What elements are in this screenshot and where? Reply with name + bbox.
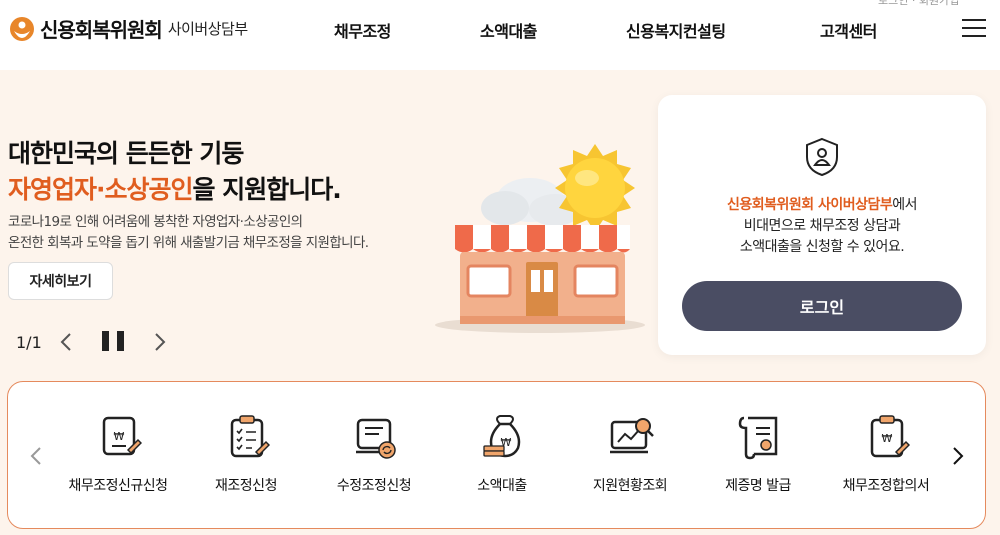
slide-counter: 1/1 xyxy=(16,332,42,352)
quick-item-label: 재조정신청 xyxy=(215,478,277,494)
document-refresh-icon xyxy=(356,418,396,459)
shield-user-icon xyxy=(806,137,838,177)
login-description: 신용회복위원회 사이버상담부에서 비대면으로 채무조정 상담과 소액대출을 신청… xyxy=(658,195,986,258)
quick-item-support-status[interactable]: 지원현황조회 xyxy=(560,414,700,504)
login-line1-suffix: 에서 xyxy=(892,197,918,213)
svg-text:₩: ₩ xyxy=(114,430,125,443)
quick-item-microloan[interactable]: ₩ 소액대출 xyxy=(432,414,572,504)
storefront-sun-illustration xyxy=(435,144,645,333)
login-button[interactable]: 로그인 xyxy=(682,281,962,331)
document-won-icon: ₩ xyxy=(102,416,142,456)
login-accent-text: 신용회복위원회 사이버상담부 xyxy=(726,197,893,213)
hero-desc-line1: 코로나19로 인해 어려움에 봉착한 자영업자·소상공인의 xyxy=(8,214,303,230)
hero-headline-suffix: 을 지원합니다. xyxy=(192,175,342,204)
quick-item-label: 제증명 발급 xyxy=(725,478,791,494)
quick-item-modified-adjustment[interactable]: 수정조정신청 xyxy=(304,414,444,504)
more-button[interactable]: 자세히보기 xyxy=(8,262,113,300)
slide-pager: 1/1 xyxy=(16,330,170,354)
chevron-left-icon[interactable] xyxy=(26,444,46,468)
money-bag-icon: ₩ xyxy=(483,415,521,458)
login-line2: 비대면으로 채무조정 상담과 xyxy=(743,218,901,234)
site-header: 신용회복위원회 사이버상담부 로그인 · 회원가입 채무조정 소액대출 신용복지… xyxy=(0,0,1000,70)
clipboard-won-icon: ₩ xyxy=(870,415,910,458)
svg-text:₩: ₩ xyxy=(882,432,893,445)
hero-subheadline: 자영업자·소상공인을 지원합니다. xyxy=(8,170,342,206)
chart-search-icon xyxy=(610,418,654,454)
quick-item-readjustment[interactable]: 재조정신청 xyxy=(176,414,316,504)
chevron-right-icon[interactable] xyxy=(150,330,170,354)
nav-debt-adjustment[interactable]: 채무조정 xyxy=(334,18,391,42)
top-utility-links[interactable]: 로그인 · 회원가입 xyxy=(878,0,959,8)
checklist-icon xyxy=(230,415,270,458)
login-line3: 소액대출을 신청할 수 있어요. xyxy=(739,239,905,255)
quick-item-agreement[interactable]: ₩ 채무조정합의서 xyxy=(816,414,956,504)
hamburger-icon[interactable] xyxy=(962,19,986,39)
pause-icon[interactable] xyxy=(102,331,124,353)
quick-item-label: 수정조정신청 xyxy=(336,478,412,494)
hero-headline: 대한민국의 든든한 기둥 xyxy=(8,139,244,168)
quick-item-label: 채무조정합의서 xyxy=(842,478,930,494)
nav-customer-center[interactable]: 고객센터 xyxy=(820,18,877,42)
hero-desc-line2: 온전한 회복과 도약을 돕기 위해 새출발기금 채무조정을 지원합니다. xyxy=(8,235,369,251)
hero-accent-text: 자영업자·소상공인 xyxy=(8,175,193,204)
quick-menu: ₩ 채무조정신규신청 재조정신청 수정조정신청 ₩ 소액대출 지원현황조회 제증… xyxy=(7,381,986,529)
quick-item-new-debt-adjustment[interactable]: ₩ 채무조정신규신청 xyxy=(48,414,188,504)
hero-description: 코로나19로 인해 어려움에 봉착한 자영업자·소상공인의 온전한 회복과 도약… xyxy=(8,212,369,254)
nav-credit-consulting[interactable]: 신용복지컨설팅 xyxy=(626,18,726,42)
chevron-left-icon[interactable] xyxy=(56,330,76,354)
main-nav: 채무조정 소액대출 신용복지컨설팅 고객센터 xyxy=(0,18,1000,42)
quick-item-label: 채무조정신규신청 xyxy=(68,478,168,494)
nav-microloan[interactable]: 소액대출 xyxy=(480,18,537,42)
login-card: 신용회복위원회 사이버상담부에서 비대면으로 채무조정 상담과 소액대출을 신청… xyxy=(658,95,986,355)
quick-item-label: 지원현황조회 xyxy=(592,478,668,494)
quick-item-label: 소액대출 xyxy=(477,478,527,494)
quick-item-certificates[interactable]: 제증명 발급 xyxy=(688,414,828,504)
certificate-scroll-icon xyxy=(738,416,778,460)
